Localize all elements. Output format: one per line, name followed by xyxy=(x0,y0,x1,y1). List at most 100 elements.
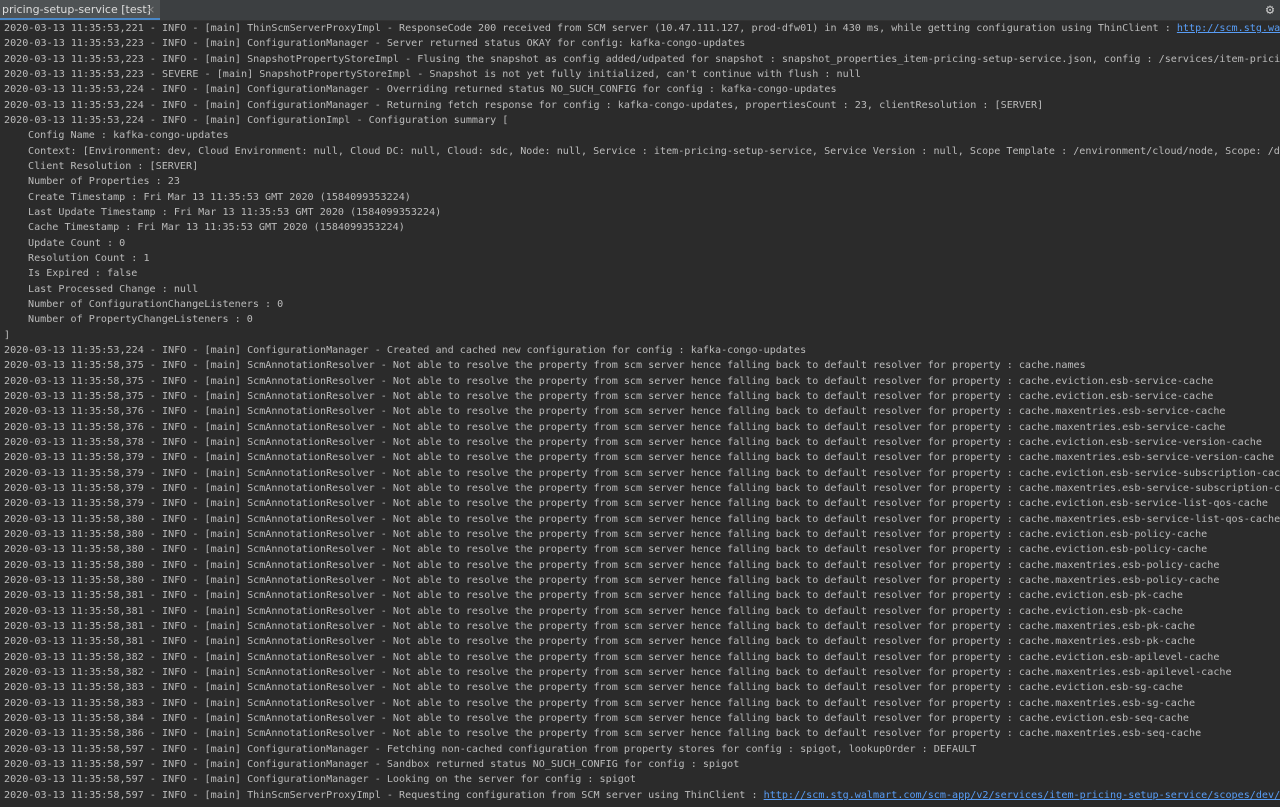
log-line: 2020-03-13 11:35:58,379 - INFO - [main] … xyxy=(4,466,1280,481)
log-text: 2020-03-13 11:35:53,224 - INFO - [main] … xyxy=(4,114,509,126)
log-line: Update Count : 0 xyxy=(28,236,125,251)
log-text: 2020-03-13 11:35:53,223 - INFO - [main] … xyxy=(4,53,1280,65)
log-line: 2020-03-13 11:35:58,379 - INFO - [main] … xyxy=(4,450,1274,465)
log-text: 2020-03-13 11:35:58,381 - INFO - [main] … xyxy=(4,620,1196,632)
log-text: 2020-03-13 11:35:58,375 - INFO - [main] … xyxy=(4,390,1214,402)
log-line: 2020-03-13 11:35:58,378 - INFO - [main] … xyxy=(4,435,1262,450)
log-text: 2020-03-13 11:35:58,386 - INFO - [main] … xyxy=(4,728,1202,740)
log-text: 2020-03-13 11:35:58,378 - INFO - [main] … xyxy=(4,436,1262,448)
log-line: 2020-03-13 11:35:58,381 - INFO - [main] … xyxy=(4,604,1183,619)
log-line: 2020-03-13 11:35:58,375 - INFO - [main] … xyxy=(4,389,1213,404)
log-text: 2020-03-13 11:35:58,381 - INFO - [main] … xyxy=(4,636,1196,648)
log-line: Config Name : kafka-congo-updates xyxy=(28,128,229,143)
log-text: 2020-03-13 11:35:58,381 - INFO - [main] … xyxy=(4,590,1183,602)
log-text: 2020-03-13 11:35:53,224 - INFO - [main] … xyxy=(4,344,807,356)
log-line: 2020-03-13 11:35:53,221 - INFO - [main] … xyxy=(4,21,1280,36)
log-text: Client Resolution : [SERVER] xyxy=(28,160,199,172)
log-line: 2020-03-13 11:35:58,380 - INFO - [main] … xyxy=(4,542,1207,557)
log-text: Update Count : 0 xyxy=(28,237,126,249)
console-output[interactable]: 2020-03-13 11:35:53,221 - INFO - [main] … xyxy=(0,21,1280,807)
log-text: 2020-03-13 11:35:58,376 - INFO - [main] … xyxy=(4,406,1226,418)
log-text: 2020-03-13 11:35:58,375 - INFO - [main] … xyxy=(4,360,1086,372)
log-text: ] xyxy=(4,329,11,341)
log-text: 2020-03-13 11:35:58,597 - INFO - [main] … xyxy=(4,774,637,786)
log-text: Resolution Count : 1 xyxy=(28,252,150,264)
log-line: 2020-03-13 11:35:53,223 - INFO - [main] … xyxy=(4,36,745,51)
log-line: 2020-03-13 11:35:53,224 - INFO - [main] … xyxy=(4,113,508,128)
log-text: 2020-03-13 11:35:58,379 - INFO - [main] … xyxy=(4,452,1275,464)
log-text: 2020-03-13 11:35:58,383 - INFO - [main] … xyxy=(4,682,1183,694)
tab-label: pricing-setup-service [test] xyxy=(2,3,151,16)
log-text: 2020-03-13 11:35:58,379 - INFO - [main] … xyxy=(4,498,1269,510)
log-text: 2020-03-13 11:35:58,597 - INFO - [main] … xyxy=(4,789,764,801)
log-line: 2020-03-13 11:35:58,379 - INFO - [main] … xyxy=(4,496,1268,511)
log-line: 2020-03-13 11:35:53,224 - INFO - [main] … xyxy=(4,82,837,97)
log-text: 2020-03-13 11:35:58,380 - INFO - [main] … xyxy=(4,513,1280,525)
log-line: 2020-03-13 11:35:53,224 - INFO - [main] … xyxy=(4,343,806,358)
log-line: 2020-03-13 11:35:58,597 - INFO - [main] … xyxy=(4,757,739,772)
log-line: 2020-03-13 11:35:58,386 - INFO - [main] … xyxy=(4,726,1201,741)
log-line: Context: [Environment: dev, Cloud Enviro… xyxy=(28,144,1280,159)
tab-run-console[interactable]: pricing-setup-service [test] × xyxy=(0,0,160,20)
log-line: Number of PropertyChangeListeners : 0 xyxy=(28,312,253,327)
log-line: Cache Timestamp : Fri Mar 13 11:35:53 GM… xyxy=(28,220,405,235)
log-line: Number of Properties : 23 xyxy=(28,174,180,189)
log-line: 2020-03-13 11:35:53,223 - SEVERE - [main… xyxy=(4,67,861,82)
log-line: 2020-03-13 11:35:58,383 - INFO - [main] … xyxy=(4,696,1195,711)
log-line: Client Resolution : [SERVER] xyxy=(28,159,198,174)
log-text: 2020-03-13 11:35:58,384 - INFO - [main] … xyxy=(4,712,1190,724)
tab-bar: pricing-setup-service [test] × ⚙ xyxy=(0,0,1280,21)
log-text: 2020-03-13 11:35:58,379 - INFO - [main] … xyxy=(4,467,1280,479)
log-line: Number of ConfigurationChangeListeners :… xyxy=(28,297,283,312)
log-line: 2020-03-13 11:35:58,380 - INFO - [main] … xyxy=(4,558,1219,573)
log-line: 2020-03-13 11:35:58,383 - INFO - [main] … xyxy=(4,680,1183,695)
log-line: 2020-03-13 11:35:58,376 - INFO - [main] … xyxy=(4,404,1225,419)
log-text: 2020-03-13 11:35:58,380 - INFO - [main] … xyxy=(4,544,1208,556)
log-text: Last Update Timestamp : Fri Mar 13 11:35… xyxy=(28,206,442,218)
log-text: 2020-03-13 11:35:58,380 - INFO - [main] … xyxy=(4,574,1220,586)
log-text: 2020-03-13 11:35:58,379 - INFO - [main] … xyxy=(4,482,1280,494)
log-line: 2020-03-13 11:35:58,376 - INFO - [main] … xyxy=(4,420,1225,435)
log-text: Create Timestamp : Fri Mar 13 11:35:53 G… xyxy=(28,191,411,203)
log-text: 2020-03-13 11:35:53,223 - SEVERE - [main… xyxy=(4,68,861,80)
log-text: Number of PropertyChangeListeners : 0 xyxy=(28,314,253,326)
log-line: 2020-03-13 11:35:58,384 - INFO - [main] … xyxy=(4,711,1189,726)
log-text: 2020-03-13 11:35:53,221 - INFO - [main] … xyxy=(4,23,1177,34)
log-line: 2020-03-13 11:35:58,382 - INFO - [main] … xyxy=(4,650,1219,665)
log-line: 2020-03-13 11:35:58,381 - INFO - [main] … xyxy=(4,634,1195,649)
log-line: 2020-03-13 11:35:58,380 - INFO - [main] … xyxy=(4,527,1207,542)
log-line: Last Processed Change : null xyxy=(28,282,198,297)
log-text: 2020-03-13 11:35:58,376 - INFO - [main] … xyxy=(4,421,1226,433)
log-line: Last Update Timestamp : Fri Mar 13 11:35… xyxy=(28,205,441,220)
close-icon[interactable]: × xyxy=(146,0,155,19)
log-text: 2020-03-13 11:35:58,380 - INFO - [main] … xyxy=(4,559,1220,571)
log-line: 2020-03-13 11:35:58,382 - INFO - [main] … xyxy=(4,665,1232,680)
log-line: Is Expired : false xyxy=(28,266,137,281)
log-text: Context: [Environment: dev, Cloud Enviro… xyxy=(28,145,1280,157)
log-line: 2020-03-13 11:35:58,597 - INFO - [main] … xyxy=(4,742,976,757)
log-text: Is Expired : false xyxy=(28,268,138,280)
log-text: 2020-03-13 11:35:58,380 - INFO - [main] … xyxy=(4,528,1208,540)
log-text: Last Processed Change : null xyxy=(28,283,199,295)
log-line: 2020-03-13 11:35:58,375 - INFO - [main] … xyxy=(4,374,1213,389)
log-text: 2020-03-13 11:35:58,375 - INFO - [main] … xyxy=(4,375,1214,387)
log-text: 2020-03-13 11:35:53,224 - INFO - [main] … xyxy=(4,99,1044,111)
log-text: 2020-03-13 11:35:58,381 - INFO - [main] … xyxy=(4,605,1183,617)
log-line: 2020-03-13 11:35:53,223 - INFO - [main] … xyxy=(4,52,1280,67)
log-text: 2020-03-13 11:35:58,597 - INFO - [main] … xyxy=(4,743,977,755)
log-text: 2020-03-13 11:35:58,382 - INFO - [main] … xyxy=(4,666,1232,678)
log-line: ] xyxy=(4,328,10,343)
log-line: 2020-03-13 11:35:58,597 - INFO - [main] … xyxy=(4,788,1280,803)
log-text: Cache Timestamp : Fri Mar 13 11:35:53 GM… xyxy=(28,222,405,234)
log-text: Number of ConfigurationChangeListeners :… xyxy=(28,298,284,310)
log-line: 2020-03-13 11:35:58,381 - INFO - [main] … xyxy=(4,619,1195,634)
log-line: 2020-03-13 11:35:53,224 - INFO - [main] … xyxy=(4,98,1043,113)
log-link[interactable]: http://scm.stg.walmart.com/scm-app/v2/se… xyxy=(1177,23,1280,34)
gear-icon[interactable]: ⚙ xyxy=(1262,1,1278,19)
log-text: Config Name : kafka-congo-updates xyxy=(28,130,229,142)
log-text: 2020-03-13 11:35:58,382 - INFO - [main] … xyxy=(4,651,1220,663)
log-line: 2020-03-13 11:35:58,375 - INFO - [main] … xyxy=(4,358,1086,373)
log-link[interactable]: http://scm.stg.walmart.com/scm-app/v2/se… xyxy=(764,790,1280,801)
log-line: 2020-03-13 11:35:58,380 - INFO - [main] … xyxy=(4,573,1219,588)
log-line: 2020-03-13 11:35:58,381 - INFO - [main] … xyxy=(4,588,1183,603)
